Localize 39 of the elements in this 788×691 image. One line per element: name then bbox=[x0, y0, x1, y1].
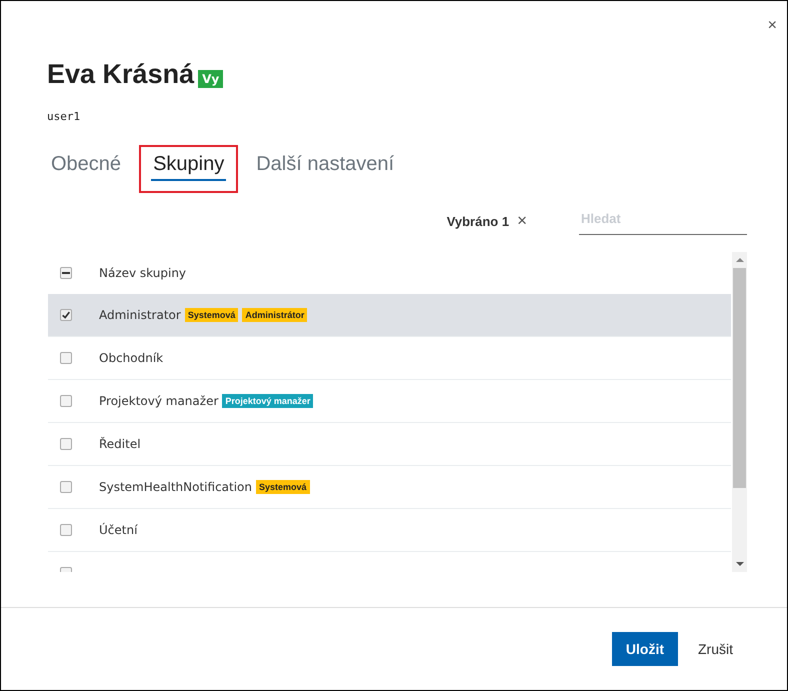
group-name[interactable]: Projektový manažer bbox=[99, 394, 218, 408]
table-row[interactable]: Účetní bbox=[48, 509, 731, 552]
scroll-down-icon[interactable] bbox=[736, 562, 744, 566]
tab[interactable]: Skupiny bbox=[151, 153, 226, 181]
checkbox[interactable] bbox=[60, 309, 72, 321]
group-name[interactable]: Administrator bbox=[99, 308, 181, 322]
checkbox[interactable] bbox=[60, 524, 72, 536]
dialog-title: Eva Krásná bbox=[47, 59, 194, 90]
checkbox[interactable] bbox=[60, 352, 72, 364]
save-button[interactable]: Uložit bbox=[612, 632, 678, 666]
group-name[interactable]: Ředitel bbox=[99, 437, 141, 451]
tab[interactable]: Obecné bbox=[49, 153, 124, 181]
table-row[interactable]: Obchodník bbox=[48, 337, 731, 380]
table-row[interactable]: Ředitel bbox=[48, 423, 731, 466]
checkbox[interactable] bbox=[60, 481, 72, 493]
group-name[interactable]: Obchodník bbox=[99, 351, 164, 365]
column-header: Název skupiny bbox=[99, 266, 186, 280]
scrollbar-thumb[interactable] bbox=[733, 268, 746, 488]
clear-selection-button[interactable]: × bbox=[515, 211, 529, 231]
group-tag: Systemová bbox=[256, 480, 310, 494]
selected-count: Vybráno 1 bbox=[446, 214, 510, 228]
group-name[interactable]: SystemHealthNotification bbox=[99, 480, 252, 494]
checkbox[interactable] bbox=[60, 395, 72, 407]
scrollbar[interactable] bbox=[732, 252, 747, 572]
selected-row[interactable]: Administrator Systemová Administrátor bbox=[48, 294, 731, 337]
checkbox[interactable] bbox=[60, 438, 72, 450]
group-tag: Systemová bbox=[184, 308, 238, 322]
cancel-button[interactable]: Zrušit bbox=[684, 632, 747, 666]
group-name[interactable]: Účetní bbox=[99, 523, 138, 537]
tab[interactable]: Další nastavení bbox=[254, 153, 396, 181]
group-tag: Administrátor bbox=[242, 308, 308, 322]
group-tag: Projektový manažer bbox=[222, 394, 314, 408]
table-row[interactable]: SystemHealthNotification Systemová bbox=[48, 466, 731, 509]
checkbox[interactable] bbox=[60, 267, 72, 279]
username-text: user1 bbox=[46, 109, 82, 123]
table-row[interactable]: Projektový manažer Projektový manažer bbox=[48, 380, 731, 423]
scroll-up-icon[interactable] bbox=[736, 258, 744, 262]
close-button[interactable]: × bbox=[764, 15, 781, 37]
user-badge: Vy bbox=[198, 70, 224, 88]
